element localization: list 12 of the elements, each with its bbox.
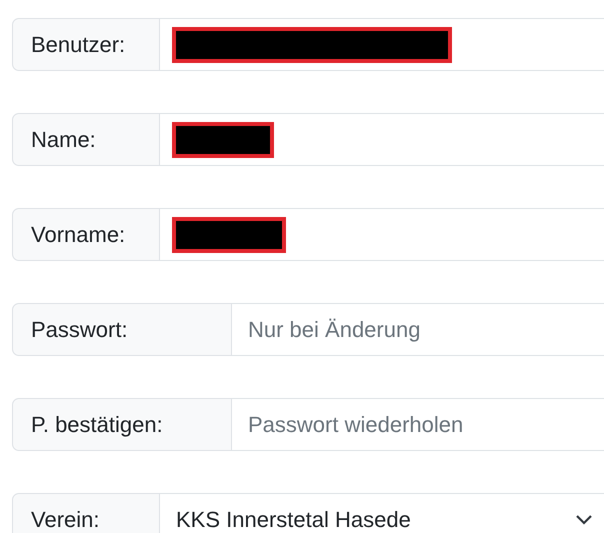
field-label: Vorname: — [12, 208, 160, 261]
field-label: Passwort: — [12, 303, 232, 356]
field-label: Benutzer: — [12, 18, 160, 71]
field-label: Name: — [12, 113, 160, 166]
password-field[interactable]: Passwort wiederholen — [232, 398, 604, 451]
field-label: P. bestätigen: — [12, 398, 232, 451]
chevron-down-icon — [575, 514, 593, 526]
input-field[interactable] — [160, 18, 604, 71]
input-field[interactable] — [160, 113, 604, 166]
password-field[interactable]: Nur bei Änderung — [232, 303, 604, 356]
input-field[interactable] — [160, 208, 604, 261]
field-label: Verein: — [12, 493, 160, 533]
